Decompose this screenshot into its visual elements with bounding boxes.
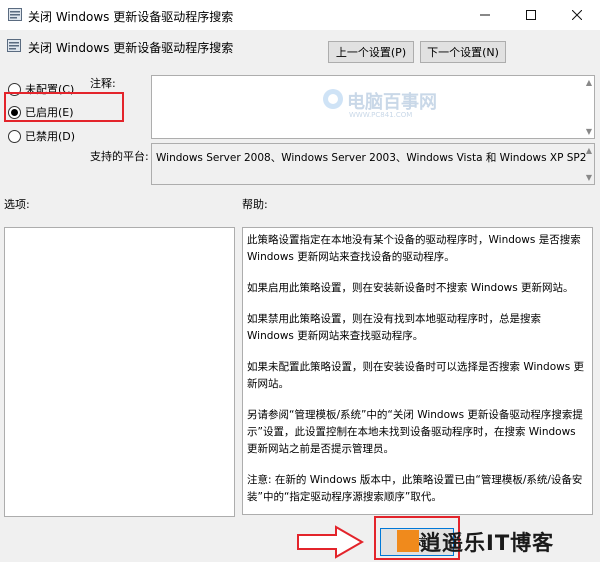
policy-icon — [7, 39, 21, 52]
policy-window-icon — [8, 8, 22, 21]
platform-box: Windows Server 2008、Windows Server 2003、… — [151, 143, 595, 185]
help-paragraph: 此策略设置指定在本地没有某个设备的驱动程序时，Windows 是否搜索 Wind… — [247, 234, 581, 263]
prev-setting-button[interactable]: 上一个设置(P) — [328, 41, 414, 63]
policy-name: 关闭 Windows 更新设备驱动程序搜索 — [28, 41, 234, 55]
next-setting-button[interactable]: 下一个设置(N) — [420, 41, 506, 63]
scroll-down-icon[interactable]: ▼ — [586, 127, 592, 136]
help-paragraph: 另请参阅“管理模板/系统”中的“关闭 Windows 更新设备驱动程序搜索提示”… — [247, 409, 583, 455]
close-icon — [572, 10, 582, 20]
highlight-box-enabled — [4, 92, 124, 122]
help-label: 帮助: — [242, 198, 268, 211]
title-bar: 关闭 Windows 更新设备驱动程序搜索 — [0, 0, 600, 30]
radio-indicator — [8, 129, 21, 143]
scroll-up-icon[interactable]: ▲ — [586, 78, 592, 87]
help-paragraph: 如果启用此策略设置，则在安装新设备时不搜索 Windows 更新网站。 — [247, 282, 574, 294]
scroll-up-icon[interactable]: ▲ — [586, 146, 592, 155]
arrow-right-icon — [297, 525, 365, 559]
options-pane — [4, 227, 235, 517]
options-label: 选项: — [4, 198, 30, 211]
help-paragraph: 如果禁用此策略设置，则在没有找到本地驱动程序时，总是搜索 Windows 更新网… — [247, 313, 541, 342]
radio-disabled[interactable]: 已禁用(D) — [8, 128, 75, 144]
maximize-button[interactable] — [508, 0, 554, 30]
platform-label: 支持的平台: — [90, 150, 149, 163]
minimize-button[interactable] — [462, 0, 508, 30]
scroll-down-icon[interactable]: ▼ — [586, 173, 592, 182]
radio-label: 已禁用(D) — [25, 130, 76, 143]
comment-label: 注释: — [90, 77, 116, 90]
watermark-logo-icon — [323, 89, 343, 109]
help-paragraph: 如果未配置此策略设置，则在安装设备时可以选择是否搜索 Windows 更新网站。 — [247, 361, 585, 390]
close-button[interactable] — [554, 0, 600, 30]
watermark-top-url: WWW.PC841.COM — [349, 111, 413, 119]
maximize-icon — [526, 10, 536, 20]
watermark-logo-badge — [397, 530, 419, 552]
platform-text: Windows Server 2008、Windows Server 2003、… — [156, 152, 587, 164]
help-paragraph: 注意: 在新的 Windows 版本中，此策略设置已由“管理模板/系统/设备安装… — [247, 474, 583, 503]
window-title: 关闭 Windows 更新设备驱动程序搜索 — [28, 10, 234, 24]
help-pane: 此策略设置指定在本地没有某个设备的驱动程序时，Windows 是否搜索 Wind… — [242, 227, 593, 515]
minimize-icon — [480, 14, 490, 16]
watermark-bottom: 逍遥乐IT博客 — [420, 531, 555, 555]
comment-textarea[interactable]: ▲ ▼ 电脑百事网 WWW.PC841.COM — [151, 75, 595, 139]
